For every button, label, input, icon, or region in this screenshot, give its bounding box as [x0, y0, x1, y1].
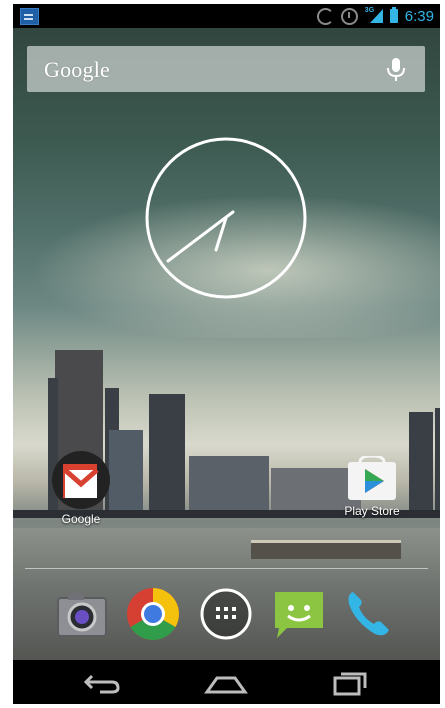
battery-icon: [389, 7, 398, 23]
wallpaper-building: [149, 394, 185, 510]
navigation-bar: [13, 660, 440, 704]
gmail-icon: [52, 451, 110, 509]
clock-minute-hand: [166, 210, 235, 263]
google-logo-text: Google: [44, 57, 110, 82]
phone-icon[interactable]: [341, 586, 397, 642]
google-search-bar[interactable]: Google: [27, 46, 425, 92]
status-icons: 3G 6:39: [316, 7, 434, 25]
signal-icon: 3G: [365, 7, 383, 23]
wallpaper-boat: [251, 540, 401, 559]
shortcut-google[interactable]: Google: [41, 450, 121, 526]
status-bar[interactable]: 3G 6:39: [13, 4, 440, 28]
microphone-icon[interactable]: [385, 57, 407, 83]
shortcut-label: Play Store: [344, 504, 400, 518]
wallpaper: [13, 28, 440, 684]
app-drawer-icon[interactable]: [198, 586, 254, 642]
messaging-icon[interactable]: [271, 586, 327, 642]
wallpaper-building: [435, 408, 440, 510]
shortcut-play-store[interactable]: Play Store: [332, 456, 412, 518]
play-store-icon: [348, 456, 396, 500]
back-icon[interactable]: [78, 668, 128, 698]
dock-divider: [25, 568, 428, 569]
favorites-dock: [13, 586, 440, 650]
sync-icon: [316, 7, 334, 25]
home-icon[interactable]: [201, 668, 251, 698]
chrome-icon[interactable]: [125, 586, 181, 642]
wallpaper-building: [189, 456, 269, 510]
phone-screen: 3G 6:39 Google Google Play Store: [13, 4, 440, 704]
shortcut-label: Google: [61, 512, 101, 526]
status-time: 6:39: [404, 7, 434, 25]
alarm-icon: [340, 7, 358, 25]
wallpaper-building: [409, 412, 433, 510]
recent-apps-icon[interactable]: [325, 668, 375, 698]
analog-clock-widget[interactable]: [143, 135, 309, 301]
notification-icon: [20, 8, 39, 25]
camera-icon[interactable]: [54, 586, 110, 642]
